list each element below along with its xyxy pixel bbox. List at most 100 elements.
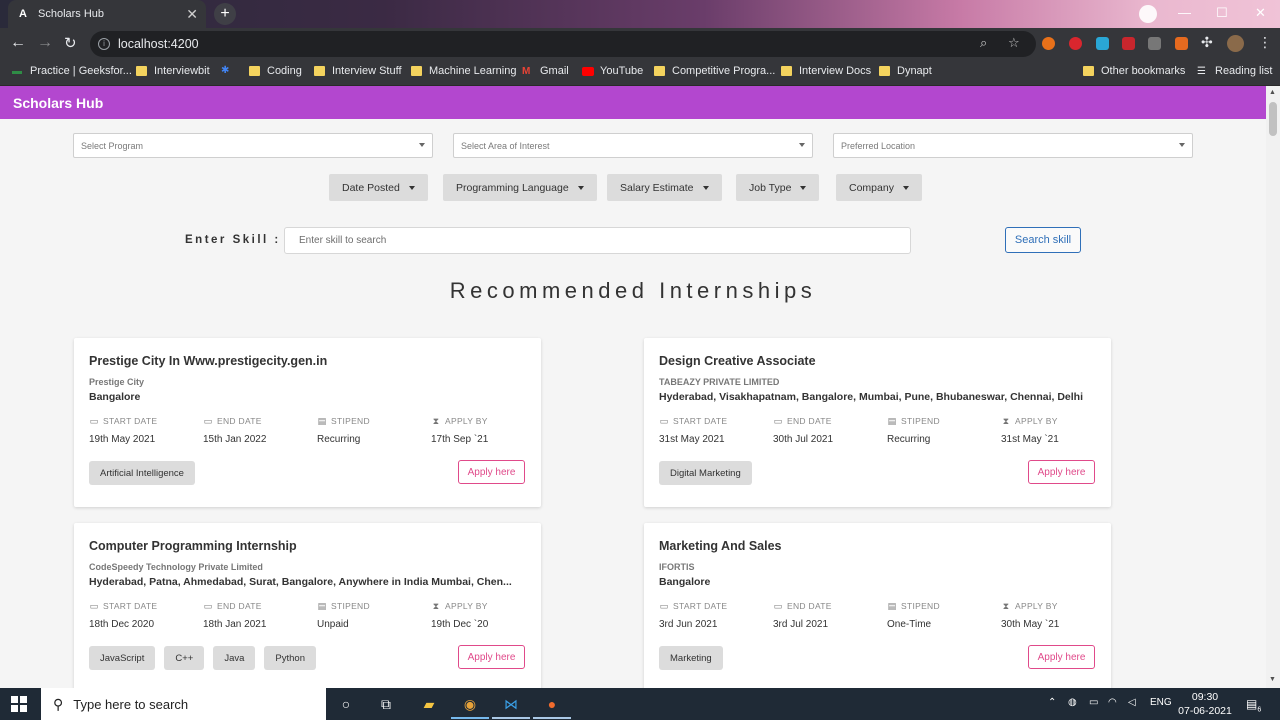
skill-tag[interactable]: C++ [164,646,205,670]
bookmark-item[interactable]: Interview Docs [781,65,871,77]
back-icon[interactable]: ← [10,34,26,52]
clock[interactable]: 09:30 07-06-2021 [1176,690,1234,718]
chrome-icon[interactable]: ◉ [461,696,479,712]
open-app-indicator [533,717,571,719]
apply-by-block: ⧗ APPLY BY 19th Dec `20 [431,600,489,631]
apply-by-block: ⧗ APPLY BY 30th May `21 [1001,600,1060,631]
stipend-block: ▤ STIPEND Recurring [887,415,940,446]
skill-tag[interactable]: Java [213,646,256,670]
program-select[interactable]: Select Program [73,133,433,158]
caret-down-icon [800,185,807,190]
windows-start-icon[interactable] [11,696,27,712]
cortana-icon[interactable]: ○ [337,696,355,712]
reload-icon[interactable]: ↻ [64,34,77,52]
stipend-block: ▤ STIPEND Unpaid [317,600,370,631]
chevron-down-icon [799,143,805,147]
chrome-menu-icon[interactable]: ⋮ [1258,34,1272,51]
skill-tag[interactable]: JavaScript [89,646,156,670]
notification-icon[interactable]: ▤6 [1246,697,1261,713]
filter-job-type[interactable]: Job Type [736,174,820,201]
extension-icon[interactable] [1069,37,1082,50]
folder-icon [1083,66,1094,76]
postman-icon[interactable]: ● [543,696,561,712]
bookmark-star-icon[interactable]: ☆ [1008,35,1020,51]
skill-tag[interactable]: Python [264,646,316,670]
browser-tab[interactable]: A Scholars Hub ✕ [8,0,206,28]
page-scrollbar[interactable]: ▲ ▼ [1266,86,1280,688]
extension-icon[interactable] [1042,37,1055,50]
filter-date-posted[interactable]: Date Posted [329,174,428,201]
filter-salary-estimate[interactable]: Salary Estimate [607,174,722,201]
extension-icon[interactable] [1148,37,1161,50]
skill-search-input[interactable]: Enter skill to search [284,227,911,254]
close-tab-icon[interactable]: ✕ [186,6,198,23]
new-tab-button[interactable]: + [214,3,236,25]
calendar-icon: ▭ [659,600,669,611]
file-explorer-icon[interactable]: ▰ [420,696,438,712]
maximize-icon[interactable]: ☐ [1216,5,1228,21]
bookmark-item[interactable]: ▬ Practice | Geeksfor... [12,65,132,77]
avatar[interactable] [1227,35,1244,52]
internship-title[interactable]: Design Creative Associate [659,354,816,368]
filter-company[interactable]: Company [836,174,922,201]
tab-title: Scholars Hub [38,8,105,20]
internship-card: Marketing And Sales IFORTIS Bangalore ▭ S… [644,523,1111,688]
skill-tag[interactable]: Artificial Intelligence [89,461,195,485]
money-icon: ▤ [887,600,897,611]
bookmarks-bar: ▬ Practice | Geeksfor... Interviewbit ✱ C… [0,60,1280,86]
bookmark-item[interactable]: Dynapt [879,65,932,77]
apply-button[interactable]: Apply here [458,460,525,484]
task-view-icon[interactable]: ⧉ [377,696,395,712]
battery-icon[interactable]: ▭ [1089,697,1098,708]
forward-icon[interactable]: → [37,34,53,52]
extension-icon[interactable] [1175,37,1188,50]
apply-button[interactable]: Apply here [1028,645,1095,669]
skill-tag[interactable]: Marketing [659,646,723,670]
profile-indicator-icon[interactable] [1139,5,1157,23]
bookmark-item[interactable]: Interview Stuff [314,65,402,77]
filter-programming-language[interactable]: Programming Language [443,174,597,201]
internship-title[interactable]: Marketing And Sales [659,539,782,553]
end-date-block: ▭ END DATE 18th Jan 2021 [203,600,267,631]
language-indicator[interactable]: ENG [1150,697,1172,708]
area-of-interest-select[interactable]: Select Area of Interest [453,133,813,158]
internship-title[interactable]: Prestige City In Www.prestigecity.gen.in [89,354,327,368]
minimize-icon[interactable]: — [1178,5,1191,20]
scroll-down-arrow-icon[interactable]: ▼ [1269,676,1276,683]
address-bar[interactable]: i localhost:4200 ⌕ ☆ [90,31,1036,57]
tray-app-icon[interactable]: ◍ [1068,697,1077,708]
search-skill-button[interactable]: Search skill [1005,227,1081,253]
extension-icon[interactable] [1122,37,1135,50]
bookmark-item[interactable]: ☰ Reading list [1197,65,1272,77]
open-app-indicator [492,717,530,719]
volume-icon[interactable]: ◁ [1128,697,1136,708]
bookmark-item[interactable]: Coding [249,65,302,77]
bookmark-item[interactable]: Machine Learning [411,65,516,77]
show-hidden-icons-icon[interactable]: ⌃ [1048,697,1056,708]
bookmark-item[interactable]: YouTube [582,65,643,77]
internship-title[interactable]: Computer Programming Internship [89,539,297,553]
bookmark-item[interactable]: Interviewbit [136,65,210,77]
location-select[interactable]: Preferred Location [833,133,1193,158]
taskbar-search-box[interactable]: ⚲ Type here to search [41,688,326,720]
site-info-icon[interactable]: i [98,38,110,50]
extensions-puzzle-icon[interactable]: ✣ [1201,34,1213,51]
wifi-icon[interactable]: ◠ [1108,697,1117,708]
bookmark-item[interactable]: M Gmail [522,65,569,77]
scrollbar-thumb[interactable] [1269,102,1277,136]
scroll-up-arrow-icon[interactable]: ▲ [1269,89,1276,96]
reading-list-icon: ☰ [1197,66,1206,77]
money-icon: ▤ [317,600,327,611]
apply-button[interactable]: Apply here [1028,460,1095,484]
apply-button[interactable]: Apply here [458,645,525,669]
brand-title[interactable]: Scholars Hub [13,95,103,111]
skill-tag[interactable]: Digital Marketing [659,461,752,485]
bookmark-item[interactable]: Other bookmarks [1083,65,1185,77]
company-name: TABEAZY PRIVATE LIMITED [659,377,780,387]
zoom-search-icon[interactable]: ⌕ [980,35,987,51]
bookmark-item[interactable]: ✱ [221,65,239,76]
bookmark-item[interactable]: Competitive Progra... [654,65,775,77]
extension-icon[interactable] [1096,37,1109,50]
vscode-icon[interactable]: ⋈ [502,696,520,712]
close-window-icon[interactable]: ✕ [1255,5,1266,21]
